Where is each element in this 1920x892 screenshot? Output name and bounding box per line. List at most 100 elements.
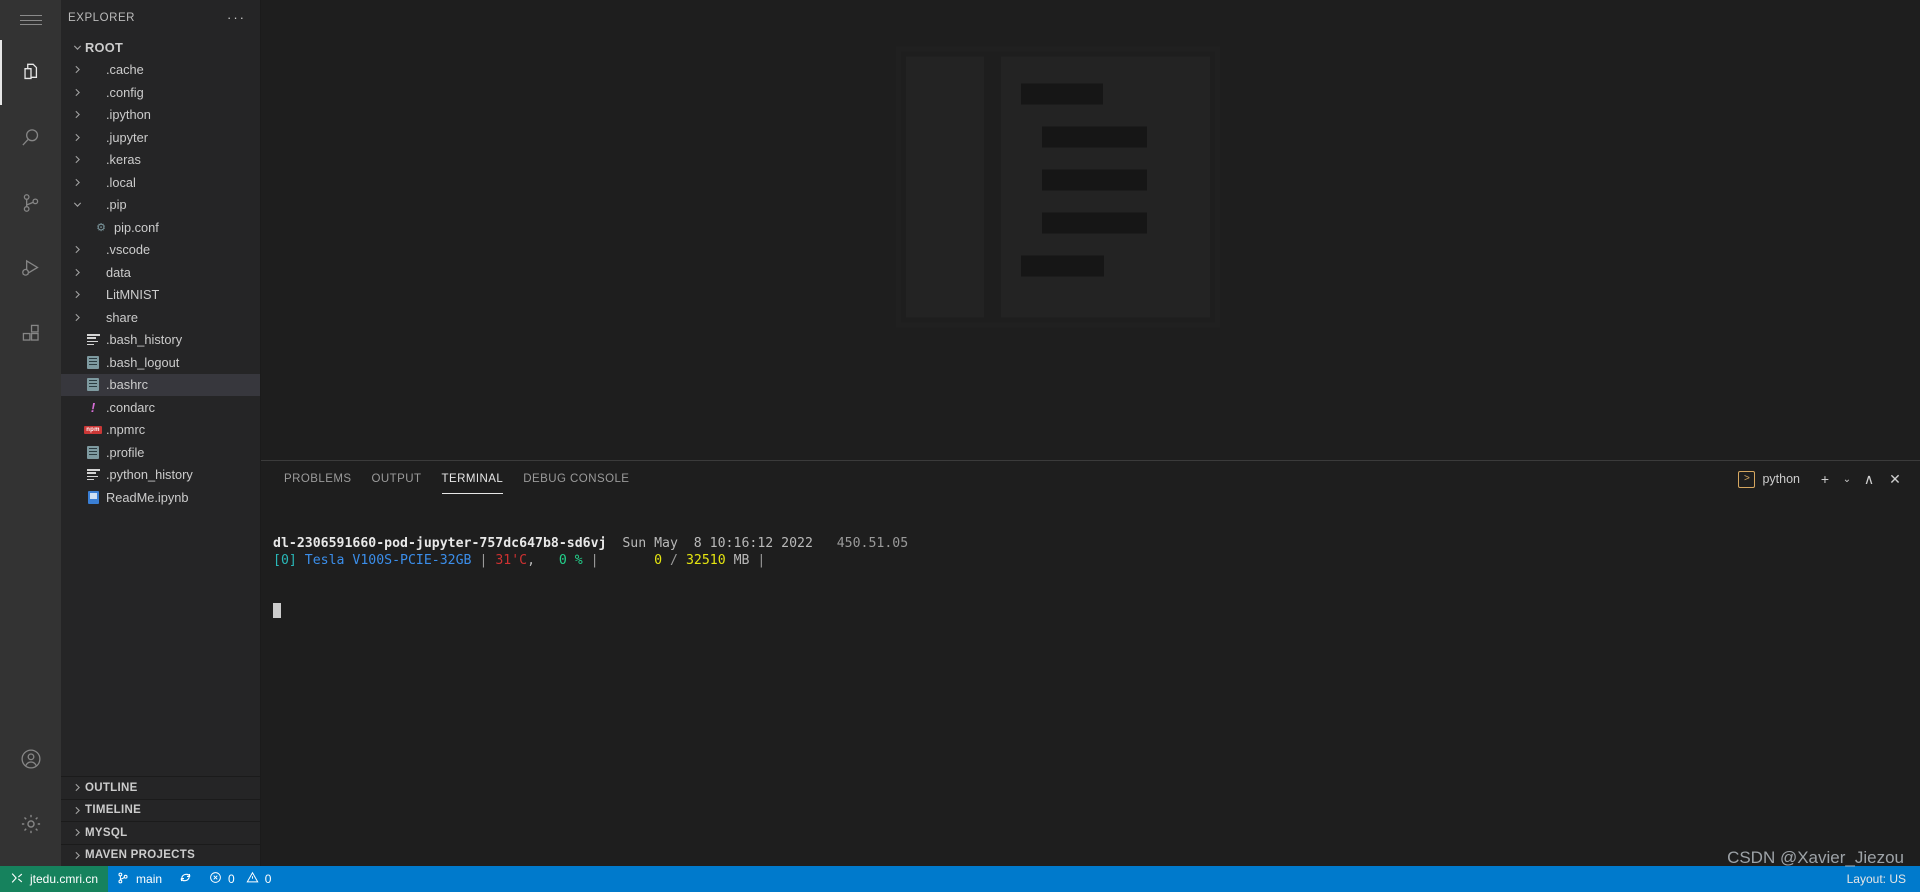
file-icon-wrap	[85, 444, 101, 460]
terminal-segment: 32510	[685, 552, 726, 568]
npm-icon: npm	[84, 425, 102, 434]
activity-item-settings[interactable]	[0, 791, 61, 856]
exclamation-icon: !	[90, 399, 96, 415]
terminal-selector[interactable]: > python	[1738, 470, 1800, 488]
tree-row-dot-jupyter[interactable]: .jupyter	[61, 126, 260, 149]
tree-row-dot-ipython[interactable]: .ipython	[61, 104, 260, 127]
chevron-right-icon	[69, 802, 85, 818]
status-remote-host[interactable]: jtedu.cmri.cn	[0, 866, 109, 892]
sidebar-section-timeline[interactable]: TIMELINE	[61, 798, 260, 822]
tab-terminal[interactable]: TERMINAL	[432, 461, 514, 497]
tab-output[interactable]: OUTPUT	[362, 461, 432, 497]
chevron-down-icon[interactable]: ⌄	[1838, 466, 1856, 492]
folder-icon	[85, 197, 101, 213]
panel-header: PROBLEMS OUTPUT TERMINAL DEBUG CONSOLE >…	[261, 461, 1920, 497]
tree-row-dot-bash-history[interactable]: .bash_history	[61, 329, 260, 352]
tree-row-share[interactable]: share	[61, 306, 260, 329]
activity-item-run-and-debug[interactable]	[0, 235, 61, 300]
files-icon	[18, 60, 44, 86]
terminal-icon: >	[1738, 470, 1756, 488]
terminal-segment: ,	[527, 552, 551, 568]
tree-row-dot-npmrc[interactable]: npm .npmrc	[61, 419, 260, 442]
sidebar-section-label: MYSQL	[85, 826, 128, 839]
terminal-output[interactable]: dl-2306591660-pod-jupyter-757dc647b8-sd6…	[261, 497, 1920, 866]
terminal-segment: MB	[725, 552, 750, 568]
activity-item-explorer[interactable]	[0, 40, 61, 105]
activity-bar-bottom	[0, 726, 61, 866]
tree-row-dot-vscode[interactable]: .vscode	[61, 239, 260, 262]
git-branch-icon	[116, 871, 130, 888]
bottom-panel: PROBLEMS OUTPUT TERMINAL DEBUG CONSOLE >…	[261, 460, 1920, 866]
tree-item-label: share	[106, 309, 139, 325]
activity-item-source-control[interactable]	[0, 170, 61, 235]
terminal-segment: [0]	[273, 552, 297, 568]
tab-problems[interactable]: PROBLEMS	[274, 461, 362, 497]
placeholder-right-pane	[1000, 56, 1210, 318]
tree-row-dot-profile[interactable]: .profile	[61, 441, 260, 464]
tree-row-data[interactable]: data	[61, 261, 260, 284]
sidebar-section-mysql[interactable]: MYSQL	[61, 821, 260, 844]
status-problems[interactable]: 0 0	[201, 866, 279, 892]
tree-row-dot-condarc[interactable]: ! .condarc	[61, 396, 260, 419]
tree-row-litmnist[interactable]: LitMNIST	[61, 284, 260, 307]
chevron-right-icon	[69, 825, 85, 841]
tab-debug-console[interactable]: DEBUG CONSOLE	[513, 461, 639, 497]
terminal-segment: |	[749, 552, 766, 568]
activity-item-extensions[interactable]	[0, 300, 61, 365]
chevron-right-icon	[69, 847, 85, 863]
maximize-panel-button[interactable]: ∧	[1856, 466, 1882, 492]
folder-icon	[85, 287, 101, 303]
status-bar: jtedu.cmri.cn main 0 0 Layout: US	[0, 866, 1920, 892]
chevron-right-icon	[69, 309, 85, 325]
warning-count: 0	[264, 872, 272, 886]
workbench-body: EXPLORER ··· ROOT .cache .config .ipython.…	[0, 0, 1920, 866]
chevron-right-icon	[69, 287, 85, 303]
tree-item-label: .local	[106, 174, 136, 190]
tree-row-readme-ipynb[interactable]: ReadMe.ipynb	[61, 486, 260, 509]
menu-icon[interactable]	[0, 0, 61, 40]
sidebar-more-actions-icon[interactable]: ···	[227, 10, 246, 25]
tree-item-label: .keras	[106, 152, 141, 168]
status-branch[interactable]: main	[108, 866, 170, 892]
sidebar-section-maven-projects[interactable]: MAVEN PROJECTS	[61, 843, 260, 867]
tree-item-label: .ipython	[106, 107, 151, 123]
close-panel-button[interactable]: ✕	[1882, 466, 1908, 492]
gear-icon: ⚙	[96, 221, 106, 234]
tree-row-dot-keras[interactable]: .keras	[61, 149, 260, 172]
activity-item-search[interactable]	[0, 105, 61, 170]
new-terminal-button[interactable]: +	[1812, 466, 1838, 492]
tree-row-dot-bash-logout[interactable]: .bash_logout	[61, 351, 260, 374]
terminal-segment: |	[582, 552, 623, 568]
terminal-segment: dl-2306591660-pod-jupyter-757dc647b8-sd6…	[273, 536, 607, 552]
terminal-segment: /	[662, 552, 686, 568]
sidebar-section-outline[interactable]: OUTLINE	[61, 776, 260, 799]
source-control-icon	[18, 190, 44, 216]
tree-item-label: pip.conf	[114, 219, 159, 235]
empty-editor-placeholder-icon	[895, 46, 1220, 328]
lines-icon	[86, 334, 100, 346]
status-sync[interactable]	[170, 866, 201, 892]
sidebar-section-label: OUTLINE	[85, 781, 138, 794]
tree-row-dot-local[interactable]: .local	[61, 171, 260, 194]
tree-row-dot-python-history[interactable]: .python_history	[61, 464, 260, 487]
sidebar-section-label: MAVEN PROJECTS	[85, 849, 196, 862]
activity-item-accounts[interactable]	[0, 726, 61, 791]
file-tree-items: .cache .config .ipython .jupyter .keras .loca…	[61, 59, 260, 509]
tree-row-dot-pip[interactable]: .pip	[61, 194, 260, 217]
panel-tabs: PROBLEMS OUTPUT TERMINAL DEBUG CONSOLE	[274, 461, 639, 497]
tree-row-root[interactable]: ROOT	[61, 36, 260, 59]
chevron-right-icon	[69, 129, 85, 145]
chevron-right-icon	[69, 264, 85, 280]
editor-empty-area[interactable]	[261, 0, 1920, 460]
chevron-down-icon	[69, 197, 85, 213]
sidebar-sections: OUTLINE TIMELINE MYSQL MAVEN PROJECTS	[61, 776, 260, 866]
tree-row-dot-config[interactable]: .config	[61, 81, 260, 104]
folder-icon	[85, 129, 101, 145]
folder-icon	[85, 309, 101, 325]
tree-row-dot-bashrc[interactable]: .bashrc	[61, 373, 260, 396]
tree-row-dot-cache[interactable]: .cache	[61, 59, 260, 82]
branch-label: main	[136, 872, 163, 886]
keyboard-layout-label[interactable]: Layout: US	[1847, 872, 1906, 886]
tree-item-label: .python_history	[106, 467, 193, 483]
tree-row-pip-conf[interactable]: ⚙ pip.conf	[61, 216, 260, 239]
